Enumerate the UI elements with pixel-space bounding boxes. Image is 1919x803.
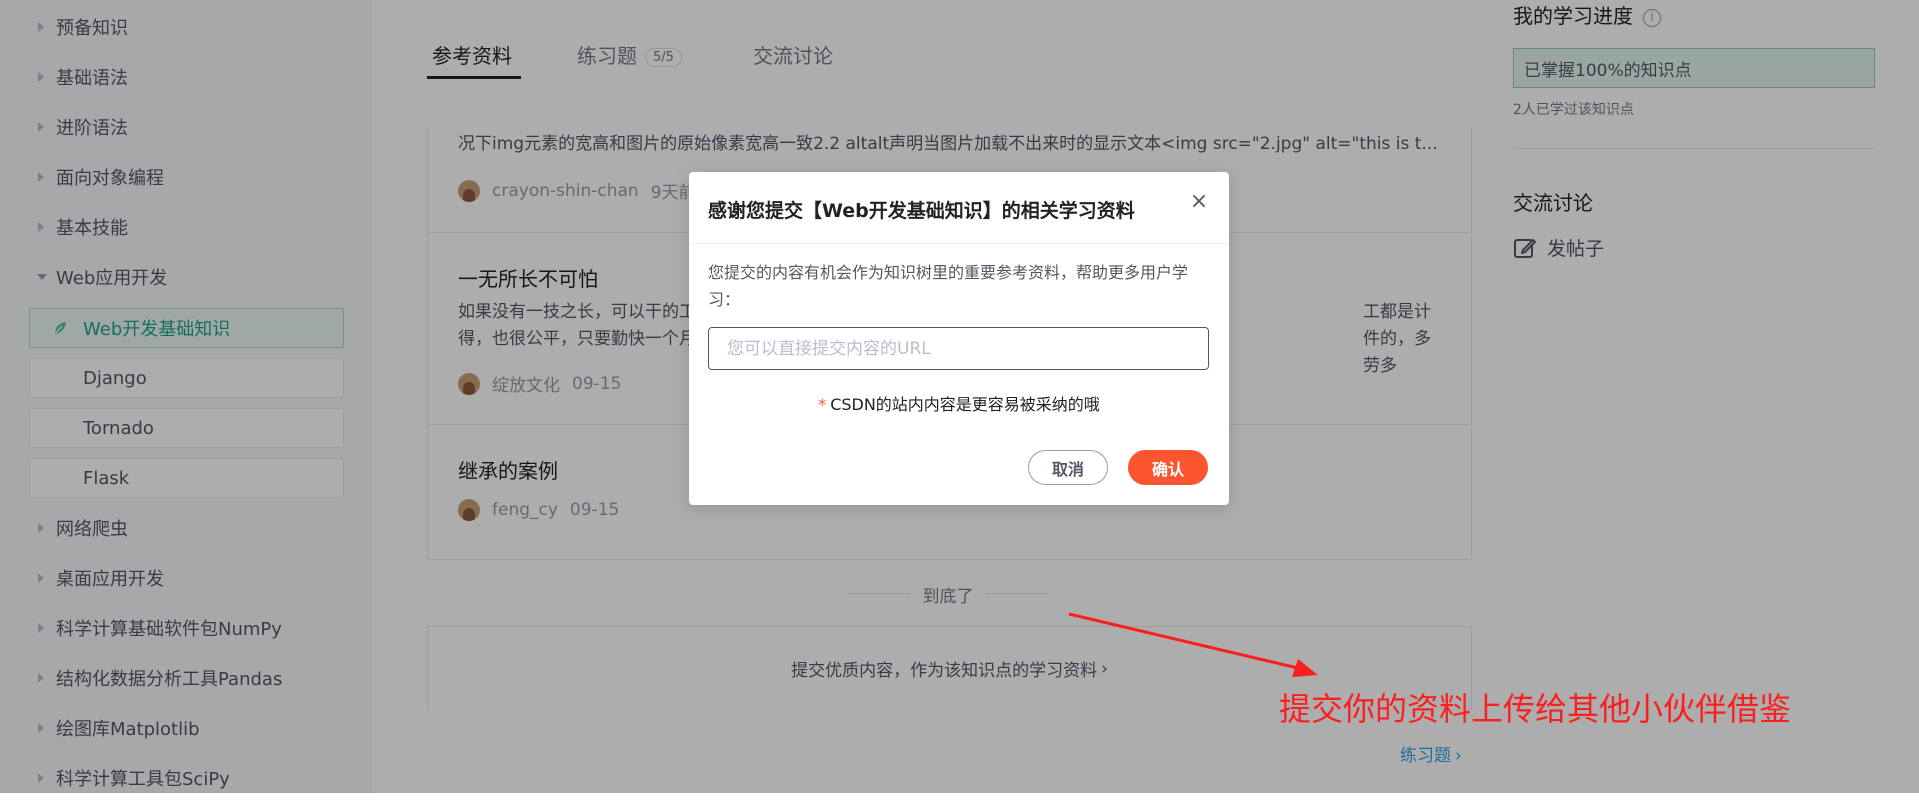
submit-material-dialog: 感谢您提交【Web开发基础知识】的相关学习资料 × 您提交的内容有机会作为知识树… (689, 172, 1229, 505)
close-icon[interactable]: × (1187, 190, 1211, 214)
url-input[interactable] (708, 327, 1209, 370)
required-star: * (818, 395, 827, 414)
annotation-text: 提交你的资料上传给其他小伙伴借鉴 (1279, 690, 1792, 728)
cancel-button[interactable]: 取消 (1028, 450, 1108, 485)
dialog-description: 您提交的内容有机会作为知识树里的重要参考资料，帮助更多用户学习： (708, 263, 1189, 309)
dialog-title: 感谢您提交【Web开发基础知识】的相关学习资料 (708, 200, 1135, 222)
confirm-button[interactable]: 确认 (1128, 450, 1208, 485)
dialog-note: * CSDN的站内内容是更容易被采纳的哦 (689, 391, 1229, 415)
dialog-divider (689, 243, 1229, 244)
dialog-note-text: CSDN的站内内容是更容易被采纳的哦 (830, 395, 1100, 414)
